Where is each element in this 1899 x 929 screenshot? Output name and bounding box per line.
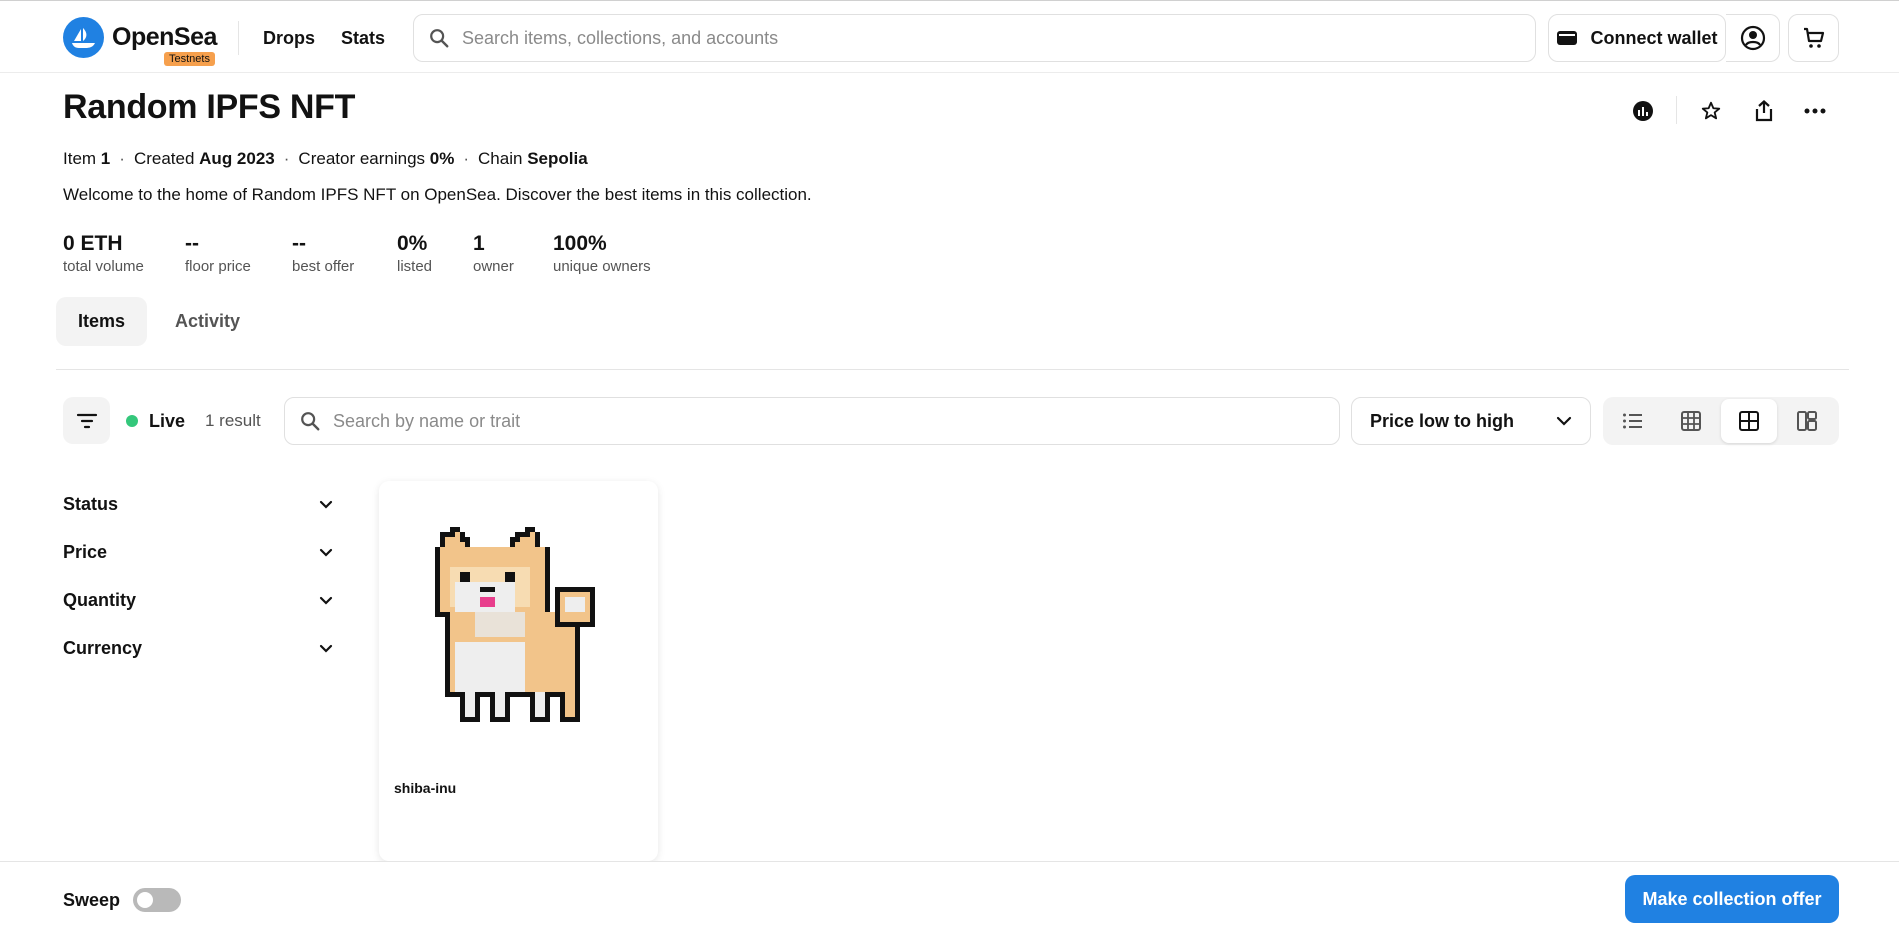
filter-status[interactable]: Status — [63, 494, 333, 515]
chevron-down-icon — [319, 644, 333, 653]
collection-stats: 0 ETH total volume -- floor price -- bes… — [63, 232, 691, 275]
cart-button[interactable] — [1788, 14, 1839, 62]
chevron-down-icon — [319, 596, 333, 605]
mosaic-view-button[interactable] — [1779, 399, 1835, 443]
connect-wallet-button[interactable]: Connect wallet — [1548, 14, 1726, 62]
analytics-icon[interactable] — [1628, 96, 1658, 126]
make-collection-offer-button[interactable]: Make collection offer — [1625, 875, 1839, 923]
collection-meta: Item 1 · Created Aug 2023 · Creator earnings… — [63, 149, 588, 168]
favorite-star-icon[interactable] — [1696, 96, 1726, 126]
filter-label: Quantity — [63, 590, 137, 610]
stat-label: total volume — [63, 258, 144, 275]
more-options-icon[interactable] — [1800, 96, 1830, 126]
stat-best-offer[interactable]: -- best offer — [292, 232, 357, 275]
action-divider — [1676, 96, 1677, 124]
stat-value: -- — [185, 232, 199, 255]
account-icon — [1740, 25, 1765, 51]
sort-selected-value: Price low to high — [1370, 410, 1515, 431]
meta-created-value: Aug 2023 — [199, 149, 275, 168]
header-divider — [238, 21, 239, 55]
list-view-icon — [1623, 413, 1642, 429]
filter-currency[interactable]: Currency — [63, 638, 333, 659]
results-count: 1 result — [205, 411, 261, 430]
live-label[interactable]: Live — [149, 411, 185, 432]
item-search-input[interactable] — [333, 410, 1339, 432]
tabs-divider — [56, 369, 1849, 370]
tab-items[interactable]: Items — [56, 297, 147, 346]
global-search-bar[interactable] — [413, 14, 1536, 62]
stat-value: 1 — [473, 232, 485, 255]
list-view-button[interactable] — [1605, 399, 1661, 443]
item-search-bar[interactable] — [284, 397, 1340, 445]
nft-image — [435, 527, 595, 722]
stat-listed[interactable]: 0% listed — [397, 232, 433, 275]
filter-label: Price — [63, 542, 108, 562]
filter-icon — [76, 413, 97, 428]
filter-label: Status — [63, 494, 119, 514]
tab-activity[interactable]: Activity — [160, 297, 255, 346]
large-grid-icon — [1739, 411, 1759, 431]
logo-text: OpenSea — [112, 23, 217, 51]
chevron-down-icon — [319, 548, 333, 557]
meta-chain-label: Chain — [478, 149, 523, 168]
filter-quantity[interactable]: Quantity — [63, 590, 333, 611]
mosaic-icon — [1797, 411, 1817, 431]
nav-stats[interactable]: Stats — [341, 28, 385, 49]
bottom-action-bar: Sweep Make collection offer — [0, 861, 1899, 929]
stat-label: listed — [397, 258, 433, 275]
top-navigation-bar: OpenSea Testnets Drops Stats Connect wal… — [0, 0, 1899, 73]
stat-floor-price[interactable]: -- floor price — [185, 232, 252, 275]
stat-owner[interactable]: 1 owner — [473, 232, 514, 275]
meta-chain-value: Sepolia — [527, 149, 588, 168]
meta-created-label: Created — [133, 149, 195, 168]
testnets-badge: Testnets — [164, 52, 215, 66]
meta-item-value: 1 — [100, 149, 111, 168]
toggle-knob — [137, 892, 153, 908]
stat-value: -- — [292, 232, 306, 255]
profile-button[interactable] — [1726, 14, 1780, 62]
search-icon — [430, 29, 449, 48]
nft-card[interactable]: shiba-inu — [379, 481, 658, 861]
collection-title: Random IPFS NFT — [63, 88, 356, 126]
nav-drops[interactable]: Drops — [263, 28, 315, 49]
wallet-icon — [1557, 31, 1578, 45]
stat-unique-owners[interactable]: 100% unique owners — [553, 232, 651, 275]
stat-label: owner — [473, 258, 514, 275]
filter-price[interactable]: Price — [63, 542, 333, 563]
stat-value: 0% — [397, 232, 428, 255]
view-mode-group — [1603, 397, 1839, 445]
stat-total-volume[interactable]: 0 ETH total volume — [63, 232, 145, 275]
search-icon — [301, 412, 320, 431]
stat-value: 100% — [553, 232, 607, 255]
chevron-down-icon — [1556, 416, 1572, 426]
small-grid-view-button[interactable] — [1663, 399, 1719, 443]
collection-description: Welcome to the home of Random IPFS NFT o… — [63, 185, 812, 204]
sort-dropdown[interactable]: Price low to high — [1351, 397, 1591, 445]
stat-label: floor price — [185, 258, 251, 275]
stat-label: unique owners — [553, 258, 651, 275]
sweep-toggle[interactable] — [133, 888, 181, 912]
chevron-down-icon — [319, 500, 333, 509]
share-icon[interactable] — [1749, 96, 1779, 126]
cart-icon — [1803, 27, 1824, 48]
filter-toggle-button[interactable] — [63, 397, 110, 444]
meta-item-label: Item — [63, 149, 97, 168]
global-search-input[interactable] — [462, 27, 1535, 49]
sweep-label: Sweep — [63, 890, 121, 910]
stat-label: best offer — [292, 258, 355, 275]
small-grid-icon — [1681, 411, 1701, 431]
stat-value: 0 ETH — [63, 232, 123, 255]
nft-name: shiba-inu — [394, 780, 457, 796]
connect-wallet-label: Connect wallet — [1590, 27, 1718, 48]
live-status-dot — [126, 415, 138, 427]
meta-earnings-value: 0% — [429, 149, 455, 168]
meta-earnings-label: Creator earnings — [298, 149, 426, 168]
filter-label: Currency — [63, 638, 143, 658]
opensea-boat-icon — [63, 17, 104, 58]
large-grid-view-button[interactable] — [1721, 399, 1777, 443]
